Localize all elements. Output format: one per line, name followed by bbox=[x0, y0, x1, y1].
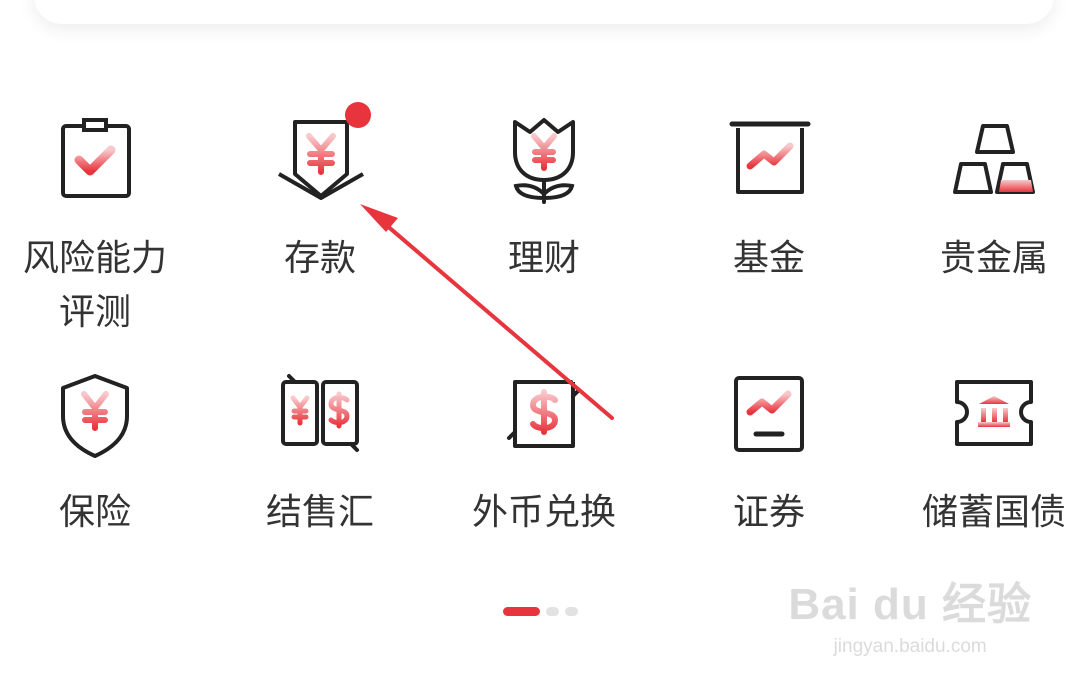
shield-yuan-icon bbox=[40, 362, 150, 472]
menu-item-fx-settlement[interactable]: 结售汇 bbox=[210, 362, 430, 602]
menu-item-label: 理财 bbox=[507, 238, 580, 279]
notification-dot bbox=[345, 102, 371, 128]
menu-item-label: 贵金属 bbox=[939, 238, 1048, 279]
page-dot[interactable] bbox=[565, 607, 578, 616]
menu-item-deposit[interactable]: 存款 bbox=[210, 102, 430, 348]
treasury-bond-ticket-icon bbox=[939, 362, 1049, 472]
watermark-url: jingyan.baidu.com bbox=[833, 636, 987, 657]
securities-chart-icon bbox=[714, 362, 824, 472]
fund-chart-icon bbox=[714, 108, 824, 218]
clipboard-check-icon bbox=[40, 108, 150, 218]
page-indicator bbox=[503, 607, 578, 616]
page-dot[interactable] bbox=[546, 607, 559, 616]
menu-item-label: 外币兑换 bbox=[471, 492, 616, 533]
gold-bars-icon bbox=[939, 108, 1049, 218]
menu-item-savings-bond[interactable]: 储蓄国债 bbox=[884, 362, 1088, 602]
menu-item-fund[interactable]: 基金 bbox=[659, 108, 879, 348]
menu-item-wealth-management[interactable]: 理财 bbox=[434, 108, 654, 348]
watermark: Bai du 经验 jingyan.baidu.com bbox=[788, 568, 1032, 658]
menu-item-label: 保险 bbox=[58, 492, 131, 533]
watermark-brand: Bai du 经验 bbox=[788, 580, 1032, 629]
dollar-exchange-icon bbox=[489, 362, 599, 472]
page-dot-active[interactable] bbox=[503, 607, 540, 616]
menu-item-label: 储蓄国债 bbox=[921, 492, 1066, 533]
menu-item-label: 结售汇 bbox=[265, 492, 374, 533]
menu-item-label: 存款 bbox=[283, 238, 356, 279]
menu-item-label: 基金 bbox=[732, 238, 805, 279]
menu-item-currency-exchange[interactable]: 外币兑换 bbox=[434, 362, 654, 602]
tulip-yuan-icon bbox=[489, 108, 599, 218]
menu-item-securities[interactable]: 证券 bbox=[659, 362, 879, 602]
yuan-dollar-exchange-icon bbox=[265, 362, 375, 472]
deposit-yuan-icon bbox=[265, 102, 375, 218]
menu-item-precious-metals[interactable]: 贵金属 bbox=[884, 108, 1088, 348]
menu-item-insurance[interactable]: 保险 bbox=[0, 362, 205, 602]
menu-item-label: 证券 bbox=[732, 492, 805, 533]
menu-item-risk-assessment[interactable]: 风险能力 评测 bbox=[0, 108, 205, 348]
menu-item-label: 风险能力 评测 bbox=[22, 238, 167, 333]
